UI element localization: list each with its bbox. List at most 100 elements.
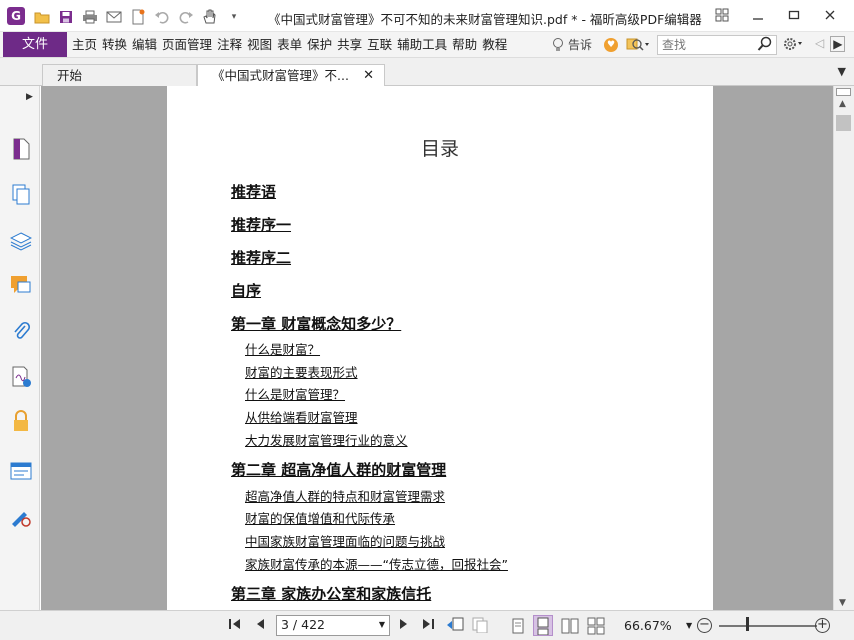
app-logo-icon[interactable]: G (7, 7, 25, 25)
ribbon-prev-icon[interactable]: ◁ (815, 36, 824, 52)
toc-section-link[interactable]: 超高净值人群的特点和财富管理需求 (245, 486, 445, 505)
toc-section-link[interactable]: 家族财富传承的本源——“传志立德，回报社会” (245, 554, 508, 573)
menu-convert[interactable]: 转换 (100, 32, 129, 57)
file-menu-button[interactable]: 文件 (3, 32, 67, 57)
toc-chapter-link[interactable]: 自序 (231, 280, 261, 301)
menu-help[interactable]: 帮助 (450, 32, 479, 57)
toc-section-link[interactable]: 从供给端看财富管理 (245, 407, 358, 426)
ribbon-next-icon[interactable]: ▶ (830, 36, 846, 52)
tab-list-dropdown-icon[interactable]: ▼ (838, 65, 846, 78)
toc-section-link[interactable]: 财富的保值增值和代际传承 (245, 508, 395, 527)
expand-panel-icon[interactable]: ▶ (26, 92, 33, 102)
comments-icon[interactable] (8, 272, 34, 298)
toc-chapter-link[interactable]: 第一章 财富概念知多少？ (231, 313, 401, 334)
first-page-icon[interactable] (228, 617, 242, 635)
menu-edit[interactable]: 编辑 (130, 32, 159, 57)
page-thumbnail-icon[interactable] (8, 136, 34, 162)
page-dropdown-icon[interactable]: ▼ (379, 620, 385, 629)
tab-document[interactable]: 《中国式财富管理》不... ✕ (197, 64, 385, 87)
menu-bar: 文件 主页 转换 编辑 页面管理 注释 视图 表单 保护 共享 互联 辅助工具 … (0, 32, 854, 58)
toc-section-link[interactable]: 什么是财富？ (245, 339, 320, 358)
previous-view-icon[interactable] (446, 617, 464, 637)
previous-page-icon[interactable] (254, 617, 266, 635)
close-window-icon[interactable] (812, 4, 848, 26)
menu-share[interactable]: 共享 (335, 32, 364, 57)
zoom-level[interactable]: 66.67% (624, 618, 672, 633)
hand-tool-icon[interactable] (200, 7, 220, 27)
minimize-icon[interactable] (740, 4, 776, 26)
pdf-page: 目录 推荐语推荐序一推荐序二自序第一章 财富概念知多少？ 什么是财富？ 财富的主要表… (167, 86, 713, 610)
toc-chapter-link[interactable]: 推荐序二 (231, 247, 291, 268)
print-icon[interactable] (80, 7, 100, 27)
menu-form[interactable]: 表单 (275, 32, 304, 57)
toc-section-link[interactable]: 财富的主要表现形式 (245, 362, 358, 381)
scroll-up-icon[interactable]: ▲ (839, 99, 846, 109)
menu-protect[interactable]: 保护 (305, 32, 334, 57)
zoom-slider[interactable] (719, 625, 817, 627)
zoom-dropdown-icon[interactable]: ▼ (686, 621, 692, 630)
continuous-facing-view-icon[interactable] (586, 615, 606, 636)
toc-chapter-link[interactable]: 第三章 家族办公室和家族信托 (231, 583, 431, 604)
qat-customize-dropdown-icon[interactable]: ▾ (224, 7, 244, 27)
email-icon[interactable] (104, 7, 124, 27)
form-fields-icon[interactable] (8, 458, 34, 484)
split-view-icon[interactable] (836, 88, 851, 96)
single-page-view-icon[interactable] (508, 615, 528, 636)
layers-icon[interactable] (8, 228, 34, 254)
zoom-out-icon[interactable]: − (697, 618, 712, 633)
signature-panel-icon[interactable] (8, 364, 34, 390)
new-document-icon[interactable] (128, 7, 148, 27)
certify-icon[interactable] (8, 504, 34, 530)
maximize-icon[interactable] (776, 4, 812, 26)
status-bar: 3 / 422 ▼ 66.67% ▼ − + (0, 610, 854, 640)
menu-organize[interactable]: 页面管理 (160, 32, 214, 57)
vertical-scrollbar[interactable]: ▲ ▼ (833, 86, 854, 610)
settings-gear-icon[interactable] (782, 36, 804, 56)
scroll-down-icon[interactable]: ▼ (839, 598, 846, 608)
attachments-icon[interactable] (8, 318, 34, 344)
lock-icon[interactable] (8, 408, 34, 434)
zoom-in-icon[interactable]: + (815, 618, 830, 633)
toc-section-link[interactable]: 中国家族财富管理面临的问题与挑战 (245, 531, 445, 550)
continuous-view-icon[interactable] (533, 615, 553, 636)
search-box (657, 35, 777, 55)
next-page-icon[interactable] (398, 617, 410, 635)
tab-start[interactable]: 开始 (42, 64, 197, 87)
open-folder-icon[interactable] (32, 7, 52, 27)
page-number-field[interactable]: 3 / 422 ▼ (276, 615, 390, 636)
undo-icon[interactable] (152, 7, 172, 27)
feedback-heart-icon[interactable]: ♥ (604, 38, 618, 52)
lightbulb-icon (553, 37, 563, 51)
menu-tutorial[interactable]: 教程 (480, 32, 509, 57)
redo-icon[interactable] (176, 7, 196, 27)
quick-access-toolbar: ▾ (32, 7, 244, 27)
facing-view-icon[interactable] (560, 615, 580, 636)
toc-section-link[interactable]: 大力发展财富管理行业的意义 (245, 430, 408, 449)
toc-section-link[interactable]: 什么是财富管理？ (245, 384, 345, 403)
tell-me-button[interactable]: 告诉 (552, 36, 592, 53)
next-view-icon[interactable] (472, 617, 490, 637)
document-view: 目录 推荐语推荐序一推荐序二自序第一章 财富概念知多少？ 什么是财富？ 财富的主要表… (41, 86, 833, 610)
ribbon-nav: ◁ ▶ (815, 36, 846, 52)
menu-accessibility[interactable]: 辅助工具 (395, 32, 449, 57)
menu-connect[interactable]: 互联 (365, 32, 394, 57)
pages-icon[interactable] (8, 182, 34, 208)
save-icon[interactable] (56, 7, 76, 27)
toc-chapter-link[interactable]: 推荐语 (231, 181, 276, 202)
last-page-icon[interactable] (421, 617, 435, 635)
toc-chapter-link[interactable]: 第二章 超高净值人群的财富管理 (231, 459, 446, 480)
toc-chapter-link[interactable]: 推荐序一 (231, 214, 291, 235)
search-icon[interactable] (757, 36, 773, 56)
window-controls (704, 4, 848, 26)
scrollbar-thumb[interactable] (836, 115, 851, 131)
zoom-slider-thumb[interactable] (746, 617, 750, 631)
tile-windows-icon[interactable] (704, 4, 740, 26)
find-options-icon[interactable] (626, 36, 650, 56)
menu-view[interactable]: 视图 (245, 32, 274, 57)
title-bar: G ▾ 《中国式财富管理》不可不知的未来财富管理知识.pdf * - 福昕高级P… (0, 0, 854, 32)
search-input[interactable] (658, 36, 754, 54)
menu-home[interactable]: 主页 (70, 32, 99, 57)
close-tab-icon[interactable]: ✕ (363, 65, 374, 87)
menu-comment[interactable]: 注释 (215, 32, 244, 57)
toc-title: 目录 (420, 138, 459, 160)
